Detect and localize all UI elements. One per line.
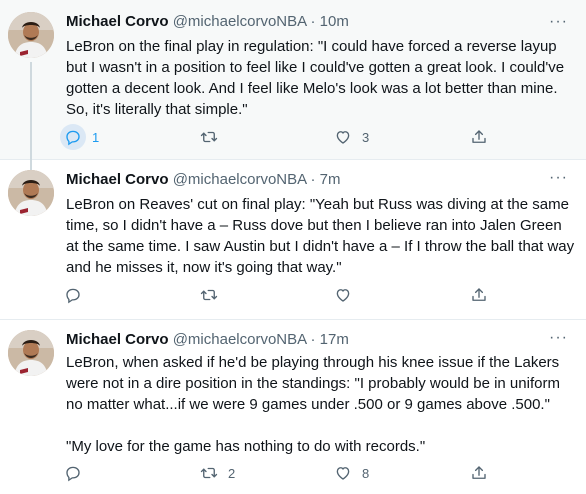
- author-name[interactable]: Michael Corvo: [66, 331, 169, 348]
- like-button[interactable]: [330, 282, 362, 308]
- tweet-paragraph: LeBron on Reaves' cut on final play: "Ye…: [66, 196, 575, 276]
- share-button[interactable]: [466, 460, 492, 486]
- avatar-photo: [8, 330, 54, 376]
- separator-dot: ·: [310, 13, 316, 30]
- more-icon[interactable]: ···: [549, 14, 568, 30]
- tweet-paragraph: "My love for the game has nothing to do …: [66, 438, 426, 455]
- retweet-button[interactable]: [196, 124, 228, 150]
- tweet[interactable]: Michael Corvo @michaelcorvoNBA · 10m ···…: [0, 0, 586, 170]
- share-button[interactable]: [466, 282, 492, 308]
- separator-dot: ·: [310, 171, 316, 188]
- author-name[interactable]: Michael Corvo: [66, 171, 169, 188]
- action-bar: 2 8: [60, 460, 500, 486]
- author-name[interactable]: Michael Corvo: [66, 13, 169, 30]
- heart-icon: [330, 282, 356, 308]
- tweet[interactable]: Michael Corvo @michaelcorvoNBA · 17m ···…: [0, 320, 586, 494]
- retweet-count: 2: [228, 465, 236, 481]
- separator-dot: ·: [310, 331, 316, 348]
- reply-icon: [60, 282, 86, 308]
- reply-button[interactable]: [60, 282, 92, 308]
- share-icon: [466, 282, 492, 308]
- author-handle[interactable]: @michaelcorvoNBA: [173, 171, 307, 188]
- more-icon[interactable]: ···: [549, 170, 568, 186]
- tweet-header: Michael Corvo @michaelcorvoNBA · 17m: [66, 330, 349, 350]
- share-icon: [466, 124, 492, 150]
- like-count: 3: [362, 129, 370, 145]
- retweet-button[interactable]: 2: [196, 460, 235, 486]
- tweet-text: LeBron on the final play in regulation: …: [66, 36, 578, 120]
- reply-icon: [60, 124, 86, 150]
- reply-button[interactable]: 1: [60, 124, 99, 150]
- author-handle[interactable]: @michaelcorvoNBA: [173, 331, 307, 348]
- tweet-header: Michael Corvo @michaelcorvoNBA · 7m: [66, 170, 341, 190]
- avatar[interactable]: [8, 12, 54, 58]
- retweet-icon: [196, 124, 222, 150]
- like-button[interactable]: 3: [330, 124, 369, 150]
- tweet-paragraph: LeBron, when asked if he'd be playing th…: [66, 354, 560, 413]
- timestamp[interactable]: 10m: [320, 13, 349, 30]
- heart-icon: [330, 124, 356, 150]
- action-bar: [60, 282, 500, 308]
- tweet[interactable]: Michael Corvo @michaelcorvoNBA · 7m ··· …: [0, 160, 586, 320]
- reply-button[interactable]: [60, 460, 92, 486]
- action-bar: 1 3: [60, 124, 500, 150]
- tweet-paragraph: LeBron on the final play in regulation: …: [66, 38, 565, 118]
- share-button[interactable]: [466, 124, 492, 150]
- reply-count: 1: [92, 129, 100, 145]
- tweet-text: LeBron on Reaves' cut on final play: "Ye…: [66, 194, 578, 278]
- author-handle[interactable]: @michaelcorvoNBA: [173, 13, 307, 30]
- like-button[interactable]: 8: [330, 460, 369, 486]
- retweet-icon: [196, 460, 222, 486]
- retweet-icon: [196, 282, 222, 308]
- avatar-photo: [8, 12, 54, 58]
- share-icon: [466, 460, 492, 486]
- timestamp[interactable]: 7m: [320, 171, 341, 188]
- avatar[interactable]: [8, 170, 54, 216]
- heart-icon: [330, 460, 356, 486]
- reply-icon: [60, 460, 86, 486]
- like-count: 8: [362, 465, 370, 481]
- retweet-button[interactable]: [196, 282, 228, 308]
- avatar-photo: [8, 170, 54, 216]
- timestamp[interactable]: 17m: [320, 331, 349, 348]
- avatar[interactable]: [8, 330, 54, 376]
- tweet-header: Michael Corvo @michaelcorvoNBA · 10m: [66, 12, 349, 32]
- thread-connector-line: [30, 62, 32, 170]
- more-icon[interactable]: ···: [549, 330, 568, 346]
- tweet-text: LeBron, when asked if he'd be playing th…: [66, 352, 578, 457]
